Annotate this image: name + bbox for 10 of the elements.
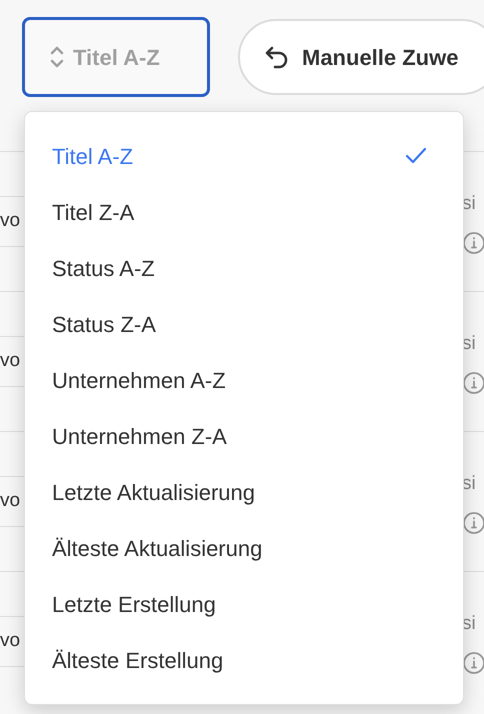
info-icon bbox=[462, 650, 484, 674]
sort-option[interactable]: Titel A-Z bbox=[25, 128, 463, 184]
sort-option[interactable]: Unternehmen Z-A bbox=[25, 408, 463, 464]
sort-icon bbox=[49, 44, 65, 70]
undo-icon bbox=[264, 45, 290, 69]
info-icon bbox=[462, 510, 484, 534]
check-icon bbox=[405, 147, 427, 165]
info-icon bbox=[462, 370, 484, 394]
manual-assignment-button[interactable]: Manuelle Zuwe bbox=[238, 19, 484, 95]
info-icon bbox=[462, 230, 484, 254]
